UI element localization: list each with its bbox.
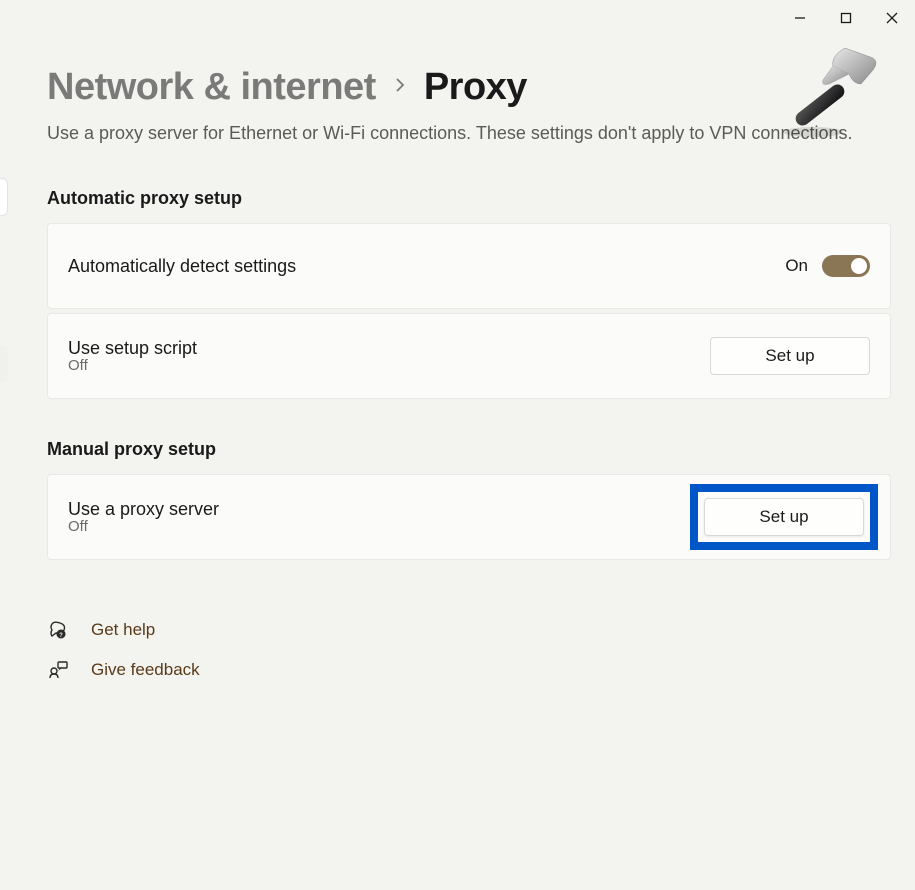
get-help-link[interactable]: ? Get help	[47, 620, 891, 640]
sidebar-collapsed-hint	[0, 178, 8, 216]
svg-text:?: ?	[59, 633, 63, 639]
page-description: Use a proxy server for Ethernet or Wi-Fi…	[47, 121, 891, 146]
card-proxy-server: Use a proxy server Off Set up	[47, 474, 891, 560]
maximize-button[interactable]	[823, 2, 869, 34]
chevron-right-icon	[394, 77, 406, 98]
minimize-button[interactable]	[777, 2, 823, 34]
close-button[interactable]	[869, 2, 915, 34]
auto-detect-toggle[interactable]	[822, 255, 870, 277]
give-feedback-label: Give feedback	[91, 660, 200, 680]
section-title-automatic: Automatic proxy setup	[47, 188, 891, 209]
feedback-icon	[47, 660, 69, 680]
give-feedback-link[interactable]: Give feedback	[47, 660, 891, 680]
help-icon: ?	[47, 620, 69, 640]
proxy-server-status: Off	[68, 518, 219, 535]
proxy-setup-button[interactable]: Set up	[704, 498, 864, 536]
window-title-bar	[777, 0, 915, 36]
sidebar-collapsed-hint-2	[0, 345, 8, 383]
get-help-label: Get help	[91, 620, 155, 640]
hammer-icon	[773, 40, 883, 140]
tutorial-highlight: Set up	[690, 484, 878, 550]
card-auto-detect: Automatically detect settings On	[47, 223, 891, 309]
setup-script-status: Off	[68, 357, 197, 374]
breadcrumb-parent[interactable]: Network & internet	[47, 66, 376, 109]
proxy-server-label: Use a proxy server	[68, 499, 219, 520]
auto-detect-state: On	[785, 256, 808, 276]
setup-script-button[interactable]: Set up	[710, 337, 870, 375]
auto-detect-label: Automatically detect settings	[68, 256, 296, 277]
breadcrumb: Network & internet Proxy	[47, 66, 891, 109]
card-setup-script: Use setup script Off Set up	[47, 313, 891, 399]
section-title-manual: Manual proxy setup	[47, 439, 891, 460]
setup-script-label: Use setup script	[68, 338, 197, 359]
page-title: Proxy	[424, 66, 527, 109]
